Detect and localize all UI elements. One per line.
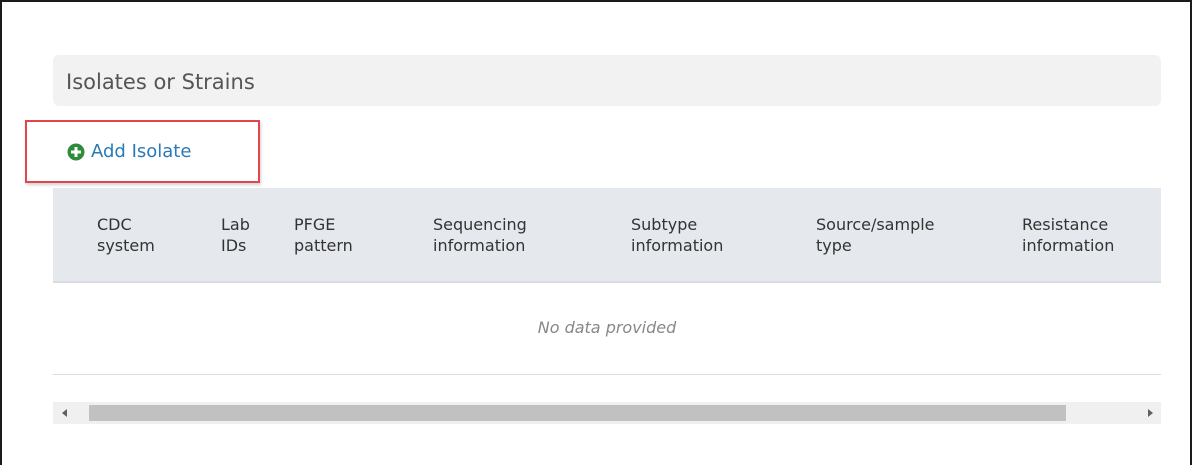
section-title: Isolates or Strains xyxy=(66,70,255,94)
empty-table-row: No data provided xyxy=(53,283,1161,375)
column-header-resistance-information[interactable]: Resistance information xyxy=(1022,214,1114,256)
isolates-table: CDC system Lab IDs PFGE pattern Sequenci… xyxy=(53,188,1161,376)
add-isolate-button[interactable]: Add Isolate xyxy=(67,141,191,162)
scroll-right-button[interactable] xyxy=(1139,402,1161,424)
table-header: CDC system Lab IDs PFGE pattern Sequenci… xyxy=(53,188,1161,283)
chevron-right-icon xyxy=(1147,409,1153,417)
add-isolate-label: Add Isolate xyxy=(91,141,192,162)
column-header-cdc-system[interactable]: CDC system xyxy=(97,214,155,256)
scroll-left-button[interactable] xyxy=(53,402,75,424)
chevron-left-icon xyxy=(61,409,67,417)
column-header-sequencing-information[interactable]: Sequencing information xyxy=(433,214,527,256)
column-header-subtype-information[interactable]: Subtype information xyxy=(631,214,723,256)
empty-message: No data provided xyxy=(537,318,677,337)
horizontal-scrollbar[interactable] xyxy=(53,402,1161,424)
section-header: Isolates or Strains xyxy=(53,55,1161,106)
column-header-pfge-pattern[interactable]: PFGE pattern xyxy=(294,214,353,256)
scrollbar-thumb[interactable] xyxy=(89,405,1066,421)
column-header-source-sample-type[interactable]: Source/sample type xyxy=(816,214,935,256)
column-header-lab-ids[interactable]: Lab IDs xyxy=(221,214,250,256)
plus-circle-icon xyxy=(67,143,85,161)
